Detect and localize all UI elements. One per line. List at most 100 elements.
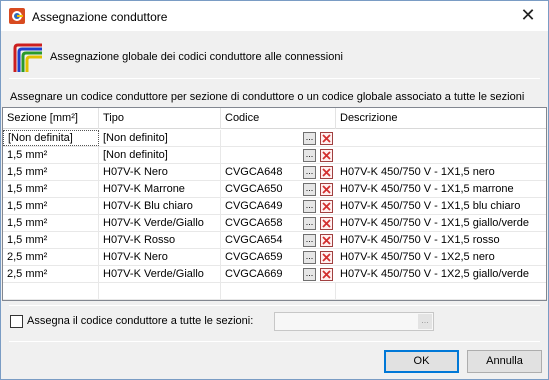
cell-codice[interactable]: CVGCA659 xyxy=(221,249,301,266)
instruction-text: Assegnare un codice conduttore per sezio… xyxy=(10,91,525,103)
delete-code-button[interactable] xyxy=(320,268,333,281)
footer-separator xyxy=(9,341,540,342)
delete-icon xyxy=(322,151,331,160)
column-header-sezione[interactable]: Sezione [mm²] xyxy=(3,108,99,129)
delete-icon xyxy=(322,236,331,245)
cell-codice[interactable]: CVGCA669 xyxy=(221,266,301,283)
delete-code-button[interactable] xyxy=(320,200,333,213)
empty-cell xyxy=(221,283,336,300)
close-button[interactable]: ✕ xyxy=(518,5,538,25)
window-title: Assegnazione conduttore xyxy=(32,10,168,24)
delete-icon xyxy=(322,270,331,279)
delete-icon xyxy=(322,134,331,143)
cell-tipo[interactable]: H07V-K Verde/Giallo xyxy=(99,215,221,232)
delete-code-button[interactable] xyxy=(320,166,333,179)
cell-descrizione[interactable]: H07V-K 450/750 V - 1X2,5 nero xyxy=(336,249,546,266)
column-header-tipo[interactable]: Tipo xyxy=(99,108,221,129)
cell-codice[interactable]: CVGCA648 xyxy=(221,164,301,181)
table-row[interactable]: 1,5 mm² H07V-K Blu chiaro CVGCA649... H07V-… xyxy=(3,198,546,215)
table-row[interactable]: 2,5 mm² H07V-K Nero CVGCA659... H07V-K 450/… xyxy=(3,249,546,266)
global-code-field: ... xyxy=(274,312,434,331)
wire-colors-icon xyxy=(13,43,42,72)
cell-descrizione[interactable]: H07V-K 450/750 V - 1X1,5 marrone xyxy=(336,181,546,198)
cell-sezione[interactable]: 1,5 mm² xyxy=(3,164,99,181)
header-description: Assegnazione globale dei codici condutto… xyxy=(50,51,343,63)
cell-tipo[interactable]: H07V-K Blu chiaro xyxy=(99,198,221,215)
browse-code-button[interactable]: ... xyxy=(303,217,316,230)
browse-code-button[interactable]: ... xyxy=(303,166,316,179)
delete-code-button[interactable] xyxy=(320,149,333,162)
delete-code-button[interactable] xyxy=(320,251,333,264)
cell-sezione[interactable]: 1,5 mm² xyxy=(3,198,99,215)
cell-codice[interactable]: CVGCA658 xyxy=(221,215,301,232)
empty-cell xyxy=(336,283,546,300)
table-row[interactable]: 1,5 mm² [Non definito]... xyxy=(3,147,546,164)
cell-codice[interactable]: CVGCA649 xyxy=(221,198,301,215)
column-header-codice[interactable]: Codice xyxy=(221,108,336,129)
wire-code-table: Sezione [mm²] Tipo Codice Descrizione [N… xyxy=(2,107,547,301)
ok-button[interactable]: OK xyxy=(384,350,459,373)
browse-code-button[interactable]: ... xyxy=(303,183,316,196)
table-header: Sezione [mm²] Tipo Codice Descrizione xyxy=(3,108,546,129)
table-row[interactable]: 1,5 mm² H07V-K Marrone CVGCA650... H07V-K 4… xyxy=(3,181,546,198)
cell-descrizione[interactable]: H07V-K 450/750 V - 1X1,5 blu chiaro xyxy=(336,198,546,215)
table-row[interactable]: [Non definita] [Non definito]... xyxy=(3,130,546,147)
cell-sezione[interactable]: [Non definita] xyxy=(3,130,99,146)
cell-tipo[interactable]: [Non definito] xyxy=(99,130,221,147)
cell-tipo[interactable]: H07V-K Verde/Giallo xyxy=(99,266,221,283)
empty-cell xyxy=(99,283,221,300)
cell-codice[interactable] xyxy=(221,147,301,164)
cell-sezione[interactable]: 1,5 mm² xyxy=(3,181,99,198)
browse-code-button[interactable]: ... xyxy=(303,268,316,281)
header-separator xyxy=(9,78,540,79)
cell-codice[interactable]: CVGCA650 xyxy=(221,181,301,198)
browse-code-button[interactable]: ... xyxy=(303,200,316,213)
delete-icon xyxy=(322,185,331,194)
cell-sezione[interactable]: 1,5 mm² xyxy=(3,232,99,249)
cell-descrizione[interactable]: H07V-K 450/750 V - 1X1,5 nero xyxy=(336,164,546,181)
delete-code-button[interactable] xyxy=(320,132,333,145)
assign-all-checkbox[interactable] xyxy=(10,315,23,328)
cell-descrizione[interactable]: H07V-K 450/750 V - 1X1,5 giallo/verde xyxy=(336,215,546,232)
cell-tipo[interactable]: H07V-K Rosso xyxy=(99,232,221,249)
cell-tipo[interactable]: [Non definito] xyxy=(99,147,221,164)
table-row[interactable]: 2,5 mm² H07V-K Verde/Giallo CVGCA669... H07… xyxy=(3,266,546,283)
cell-codice[interactable]: CVGCA654 xyxy=(221,232,301,249)
cell-descrizione[interactable]: H07V-K 450/750 V - 1X1,5 rosso xyxy=(336,232,546,249)
delete-icon xyxy=(322,202,331,211)
delete-code-button[interactable] xyxy=(320,217,333,230)
assign-all-label[interactable]: Assegna il codice conduttore a tutte le … xyxy=(27,315,253,327)
close-icon: ✕ xyxy=(520,5,536,25)
delete-icon xyxy=(322,253,331,262)
cell-codice[interactable] xyxy=(221,130,301,147)
table-separator xyxy=(9,305,540,306)
delete-icon xyxy=(322,219,331,228)
cancel-button[interactable]: Annulla xyxy=(467,350,542,373)
assignment-dialog: Assegnazione conduttore ✕ Assegnazione g… xyxy=(0,0,549,380)
table-row[interactable]: 1,5 mm² H07V-K Verde/Giallo CVGCA658... H07… xyxy=(3,215,546,232)
cell-sezione[interactable]: 2,5 mm² xyxy=(3,249,99,266)
browse-code-button[interactable]: ... xyxy=(303,251,316,264)
global-browse-button: ... xyxy=(418,314,432,329)
cell-descrizione[interactable] xyxy=(336,130,546,147)
cell-sezione[interactable]: 2,5 mm² xyxy=(3,266,99,283)
cell-sezione[interactable]: 1,5 mm² xyxy=(3,147,99,164)
table-row[interactable]: 1,5 mm² H07V-K Nero CVGCA648... H07V-K 450/… xyxy=(3,164,546,181)
column-header-descrizione[interactable]: Descrizione xyxy=(336,108,546,129)
delete-code-button[interactable] xyxy=(320,234,333,247)
cell-descrizione[interactable]: H07V-K 450/750 V - 1X2,5 giallo/verde xyxy=(336,266,546,283)
cell-tipo[interactable]: H07V-K Nero xyxy=(99,164,221,181)
delete-code-button[interactable] xyxy=(320,183,333,196)
browse-code-button[interactable]: ... xyxy=(303,132,316,145)
empty-row xyxy=(3,283,546,300)
empty-cell xyxy=(3,283,99,300)
cell-tipo[interactable]: H07V-K Nero xyxy=(99,249,221,266)
browse-code-button[interactable]: ... xyxy=(303,149,316,162)
cell-sezione[interactable]: 1,5 mm² xyxy=(3,215,99,232)
cell-descrizione[interactable] xyxy=(336,147,546,164)
cell-tipo[interactable]: H07V-K Marrone xyxy=(99,181,221,198)
app-icon xyxy=(9,8,25,24)
title-bar: Assegnazione conduttore ✕ xyxy=(1,1,548,31)
table-row[interactable]: 1,5 mm² H07V-K Rosso CVGCA654... H07V-K 450… xyxy=(3,232,546,249)
browse-code-button[interactable]: ... xyxy=(303,234,316,247)
